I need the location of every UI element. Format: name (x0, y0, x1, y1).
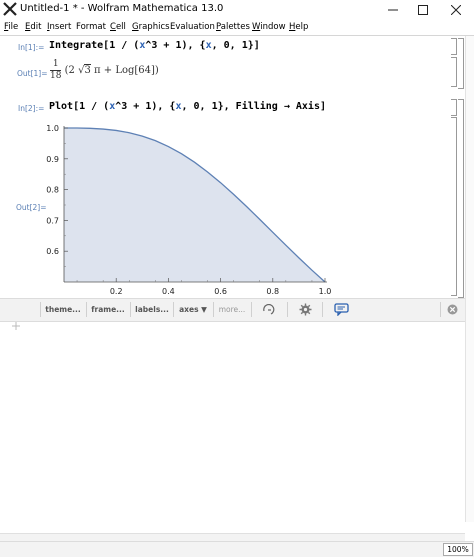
menu-insert[interactable]: Insert (47, 22, 71, 32)
out1-fraction: 1 18 (50, 59, 62, 81)
toolbar-separator (322, 302, 323, 317)
x-tick-label: 0.2 (110, 287, 123, 296)
toolbar-separator (40, 302, 41, 317)
toolbar-separator (251, 302, 252, 317)
x-tick-label: 0.4 (162, 287, 175, 296)
menu-window[interactable]: Window (252, 22, 286, 32)
menu-palettes[interactable]: Palettes (216, 22, 250, 32)
out1-result: 1 18 (2 √3 π + Log[64]) (50, 59, 159, 81)
toolbar-separator (213, 302, 214, 317)
maximize-button[interactable] (408, 0, 438, 19)
settings-button[interactable] (290, 301, 320, 318)
in1-cell-bracket[interactable] (451, 38, 457, 55)
menu-edit[interactable]: Edit (25, 22, 41, 32)
minimize-button[interactable] (378, 0, 408, 19)
add-cell-icon[interactable] (10, 320, 22, 332)
y-tick-label: 1.0 (46, 124, 59, 133)
menu-help[interactable]: Help (289, 22, 308, 32)
in1-input[interactable]: Integrate[1 / (x^3 + 1), {x, 0, 1}] (49, 40, 260, 51)
maximize-icon (418, 4, 428, 15)
window-title: Untitled-1 * - Wolfram Mathematica 13.0 (20, 3, 224, 14)
toolbar-separator (440, 302, 441, 317)
y-tick-label: 0.7 (46, 216, 59, 225)
frame-button[interactable]: frame... (88, 301, 128, 318)
menu-graphics[interactable]: Graphics (132, 22, 170, 32)
group1-cell-bracket[interactable] (458, 38, 464, 89)
out1-label: Out[1]= (17, 69, 48, 78)
out1-cell-bracket[interactable] (451, 57, 457, 87)
zoom-level-menu[interactable]: 100% (443, 543, 473, 556)
close-circle-icon (447, 304, 457, 315)
menu-cell[interactable]: Cell (110, 22, 126, 32)
group2-cell-bracket[interactable] (458, 99, 464, 298)
chat-bubble-icon (333, 303, 349, 316)
x-tick-label: 1.0 (319, 287, 332, 296)
labels-button[interactable]: labels... (132, 301, 172, 318)
menu-format[interactable]: Format (76, 22, 106, 32)
toolbar-separator (173, 302, 174, 317)
axes-button[interactable]: axes ▼ (175, 301, 211, 318)
feedback-button[interactable] (326, 301, 356, 318)
plot-graphic[interactable]: 0.2 0.4 0.6 0.8 1.0 0.6 0.7 0.8 0.9 1.0 (35, 118, 335, 300)
y-tick-label: 0.6 (46, 247, 59, 256)
theme-button[interactable]: theme... (42, 301, 84, 318)
title-bar: Untitled-1 * - Wolfram Mathematica 13.0 (0, 0, 474, 19)
in1-label: In[1]:= (18, 43, 45, 52)
mathematica-logo-icon (3, 2, 17, 16)
close-window-button[interactable] (441, 0, 471, 19)
in2-cell-bracket[interactable] (451, 99, 457, 116)
close-icon (451, 4, 461, 15)
y-tick-label: 0.8 (46, 186, 59, 195)
status-bar (0, 541, 474, 557)
menu-file[interactable]: File (4, 22, 18, 32)
graphics-suggestion-bar: theme... frame... labels... axes ▼ more.… (0, 298, 465, 322)
menu-bar: File Edit Insert Format Cell Graphics Ev… (0, 21, 474, 35)
x-tick-label: 0.8 (266, 287, 279, 296)
toolbar-separator (287, 302, 288, 317)
in2-input[interactable]: Plot[1 / (x^3 + 1), {x, 0, 1}, Filling →… (49, 101, 326, 112)
y-tick-label: 0.9 (46, 155, 59, 164)
refresh-swirl-icon (263, 303, 275, 315)
close-toolbar-button[interactable] (444, 301, 460, 318)
toolbar-separator (130, 302, 131, 317)
out2-cell-bracket[interactable] (451, 117, 457, 296)
in2-label: In[2]:= (18, 104, 45, 113)
x-tick-label: 0.6 (214, 287, 227, 296)
cell-bracket-column (465, 36, 474, 522)
iterate-button[interactable] (254, 301, 284, 318)
notebook-top-divider (0, 35, 474, 36)
gear-icon (299, 303, 311, 316)
menu-evaluation[interactable]: Evaluation (170, 22, 215, 32)
plot-filling-area (64, 128, 325, 282)
toolbar-separator (86, 302, 87, 317)
more-button[interactable]: more... (215, 301, 249, 318)
minimize-icon (388, 9, 398, 10)
